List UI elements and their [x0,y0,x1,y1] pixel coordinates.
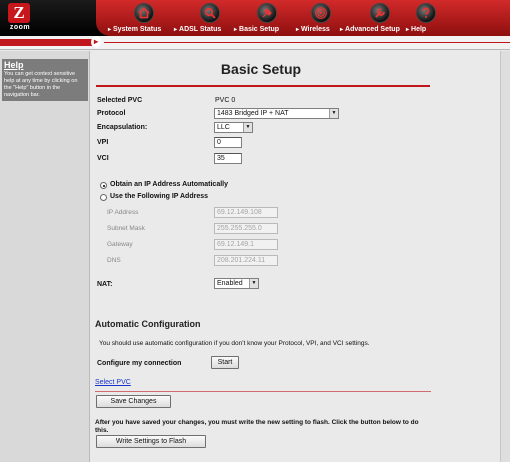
chevron-down-icon: ▼ [329,109,338,118]
vci-label: VCI [97,155,109,162]
obtain-auto-label: Obtain an IP Address Automatically [110,181,228,188]
obtain-auto-radio[interactable] [100,182,107,189]
zoom-logo: Z zoom [2,2,38,34]
select-pvc-link[interactable]: Select PVC [95,379,131,386]
nav-label: Help [406,26,426,33]
scrollbar[interactable] [500,51,510,462]
chevron-down-icon: ▼ [243,123,252,132]
wireless-icon [311,3,331,23]
sub-header-strip: ▸ [0,36,510,50]
configure-connection-label: Configure my connection [97,360,182,367]
ip-address-label: IP Address [107,209,139,216]
protocol-select[interactable]: 1483 Bridged IP + NAT ▼ [214,108,339,119]
selected-pvc-value: PVC 0 [215,97,236,104]
encapsulation-value: LLC [217,124,230,131]
dns-label: DNS [107,257,121,264]
gateway-input[interactable]: 69.12.149.1 [214,239,278,250]
auto-config-note: You should use automatic configuration i… [99,340,370,347]
help-sidebar: Help You can get context sensitive help … [0,51,90,462]
protocol-label: Protocol [97,110,126,117]
arrow-icon: ▸ [91,36,101,48]
encapsulation-label: Encapsulation: [97,124,148,131]
vci-input[interactable]: 35 [214,153,242,164]
start-button[interactable]: Start [211,356,239,369]
strip-divider [104,42,510,43]
nav-band: System Status ADSL Status Basic Setup Wi… [96,0,510,36]
help-box: Help You can get context sensitive help … [2,59,88,101]
chevron-down-icon: ▼ [249,279,258,288]
use-following-radio[interactable] [100,194,107,201]
magnifier-icon [200,3,220,23]
dns-input[interactable]: 208.201.224.11 [214,255,278,266]
subnet-mask-input[interactable]: 255.255.255.0 [214,223,278,234]
nav-label: ADSL Status [174,26,221,33]
page-title: Basic Setup [220,61,302,77]
logo-mark: Z [8,3,30,23]
home-icon [134,3,154,23]
header-bar: Z zoom System Status ADSL Status Basic S… [0,0,510,36]
section-divider [95,391,431,392]
protocol-value: 1483 Bridged IP + NAT [217,110,289,117]
logo-wordmark: zoom [9,24,31,31]
vpi-input[interactable]: 0 [214,137,242,148]
main-content: Basic Setup Selected PVC PVC 0 Protocol … [91,51,510,462]
question-icon [416,3,436,23]
vpi-label: VPI [97,139,109,146]
nat-value: Enabled [217,280,243,287]
save-changes-button[interactable]: Save Changes [96,395,171,408]
encapsulation-select[interactable]: LLC ▼ [214,122,253,133]
flash-note: After you have saved your changes, you m… [95,419,419,434]
nat-label: NAT: [97,281,113,288]
nat-select[interactable]: Enabled ▼ [214,278,259,289]
title-divider [96,85,430,87]
nav-label: Basic Setup [234,26,279,33]
strip-accent [0,39,96,46]
tool-icon [257,3,277,23]
help-text: You can get context sensitive help at an… [4,71,78,98]
use-following-label: Use the Following IP Address [110,193,209,200]
gateway-label: Gateway [107,241,133,248]
nav-label: Advanced Setup [340,26,400,33]
help-title[interactable]: Help [4,60,86,71]
selected-pvc-label: Selected PVC [97,97,143,104]
auto-config-heading: Automatic Configuration [95,319,201,329]
ip-address-input[interactable]: 69.12.149.108 [214,207,278,218]
nav-label: System Status [108,26,161,33]
nav-label: Wireless [296,26,330,33]
write-flash-button[interactable]: Write Settings to Flash [96,435,206,448]
wrench-icon [370,3,390,23]
subnet-mask-label: Subnet Mask [107,225,145,232]
